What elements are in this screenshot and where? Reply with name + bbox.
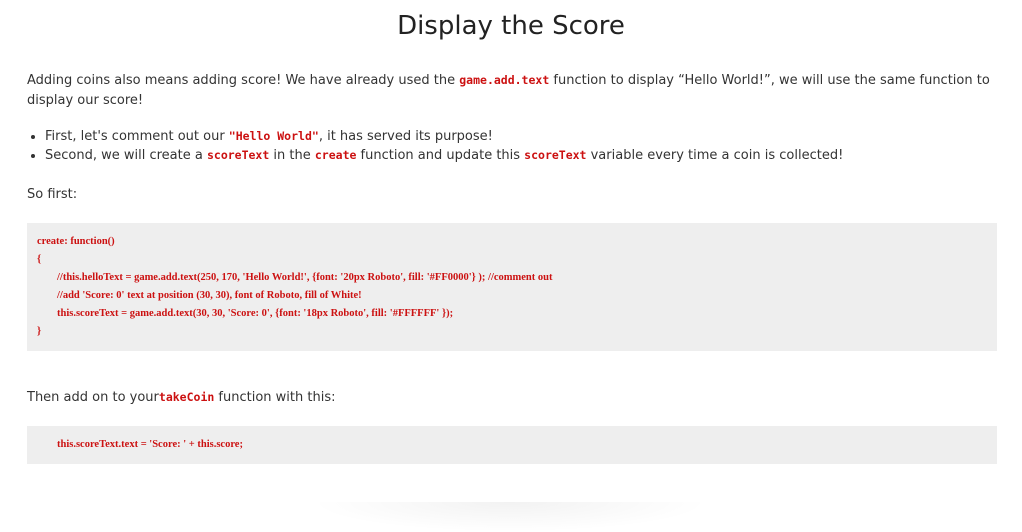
inline-code: scoreText <box>206 148 270 162</box>
code-block-takecoin: this.scoreText.text = 'Score: ' + this.s… <box>27 426 997 464</box>
list-item-text: variable every time a coin is collected! <box>586 148 844 163</box>
code-line: //add 'Score: 0' text at position (30, 3… <box>57 290 362 301</box>
instruction-list: First, let's comment out our "Hello Worl… <box>27 127 1020 165</box>
list-item-text: First, let's comment out our <box>45 129 229 144</box>
code-line: } <box>37 326 42 337</box>
list-item: Second, we will create a scoreText in th… <box>45 146 1020 165</box>
inline-code: takeCoin <box>158 390 215 404</box>
intro-text: Adding coins also means adding score! We… <box>27 73 460 88</box>
list-item: First, let's comment out our "Hello Worl… <box>45 127 1020 146</box>
page-title: Display the Score <box>397 11 625 41</box>
inline-code: game.add.text <box>459 73 550 87</box>
inline-code: "Hello World" <box>228 129 319 143</box>
then-paragraph: Then add on to yourtakeCoin function wit… <box>27 387 335 408</box>
code-line: this.scoreText.text = 'Score: ' + this.s… <box>57 439 243 450</box>
code-line: //this.helloText = game.add.text(250, 17… <box>57 272 553 283</box>
inline-code: create <box>314 148 357 162</box>
then-text: Then add on to your <box>27 390 159 405</box>
then-text: function with this: <box>214 390 336 405</box>
code-block-create: create: function() { //this.helloText = … <box>27 223 997 351</box>
code-line: create: function() <box>37 236 115 247</box>
so-first-text: So first: <box>27 187 78 202</box>
list-item-text: , it has served its purpose! <box>318 129 493 144</box>
code-line: { <box>37 254 42 265</box>
footer-shadow <box>310 502 710 532</box>
code-line: this.scoreText = game.add.text(30, 30, '… <box>57 308 454 319</box>
list-item-text: function and update this <box>356 148 525 163</box>
inline-code: scoreText <box>524 148 587 162</box>
list-item-text: Second, we will create a <box>45 148 207 163</box>
intro-paragraph: Adding coins also means adding score! We… <box>27 70 1002 111</box>
list-item-text: in the <box>269 148 315 163</box>
